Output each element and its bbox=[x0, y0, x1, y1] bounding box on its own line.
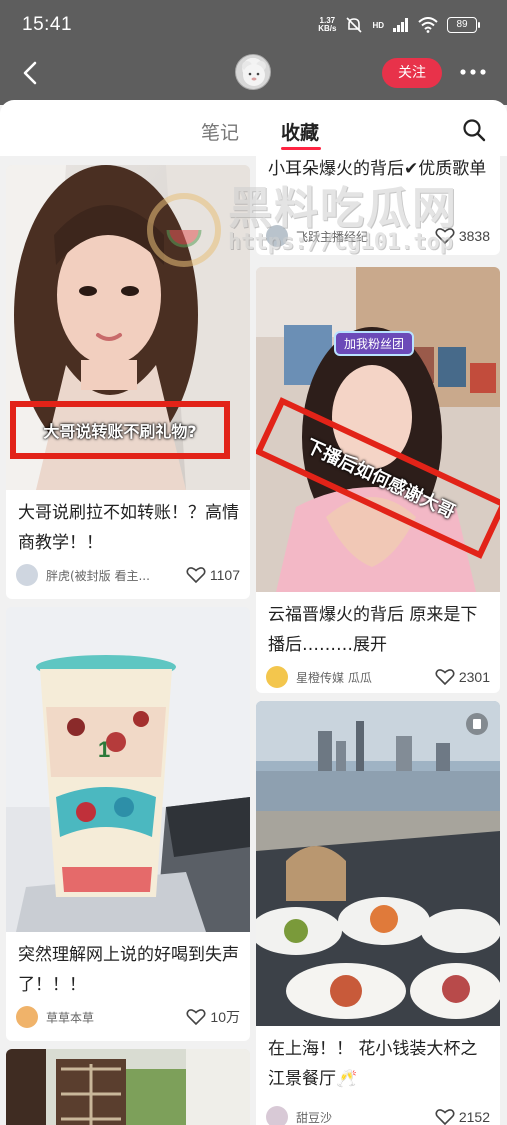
note-cover-image bbox=[6, 1049, 250, 1125]
notes-feed: 大哥说转账不刷礼物? 大哥说刷拉不如转账！？高情商教学！！ 胖虎(被封版 看主.… bbox=[0, 156, 507, 1125]
note-card[interactable]: 大哥说转账不刷礼物? 大哥说刷拉不如转账！？高情商教学！！ 胖虎(被封版 看主.… bbox=[6, 165, 250, 599]
profile-nav: 关注 bbox=[0, 48, 507, 100]
note-title: 云福晋爆火的背后 原来是下播后………展开 bbox=[268, 605, 478, 655]
cover-river-restaurant bbox=[256, 701, 500, 1026]
svg-text:1: 1 bbox=[98, 737, 110, 762]
tab-bar: 笔记 收藏 bbox=[0, 100, 507, 156]
status-time: 15:41 bbox=[22, 14, 73, 35]
active-tab-indicator bbox=[281, 147, 321, 150]
back-arrow-icon[interactable] bbox=[18, 60, 44, 86]
note-cover-image: 1 bbox=[6, 607, 250, 932]
wifi-icon bbox=[418, 17, 438, 33]
note-title: 大哥说刷拉不如转账！？高情商教学！！ bbox=[18, 503, 239, 553]
fan-club-sign: 加我粉丝团 bbox=[334, 331, 415, 356]
author-name[interactable]: 草草本草 bbox=[46, 1009, 186, 1026]
cover-bubble-tea: 1 bbox=[6, 607, 250, 932]
note-cover-image bbox=[256, 701, 500, 1026]
heart-icon[interactable] bbox=[186, 1008, 206, 1026]
author-avatar[interactable] bbox=[266, 1106, 288, 1125]
note-meta: 飞跃主播经纪 3838 bbox=[266, 224, 490, 248]
heart-icon[interactable] bbox=[186, 566, 206, 584]
like-count: 3838 bbox=[458, 228, 490, 244]
author-avatar[interactable] bbox=[16, 564, 38, 586]
note-card[interactable] bbox=[6, 1049, 250, 1125]
author-avatar[interactable] bbox=[266, 666, 288, 688]
author-name[interactable]: 胖虎(被封版 看主... bbox=[46, 567, 186, 584]
note-meta: 胖虎(被封版 看主... 1107 bbox=[16, 563, 240, 587]
follow-button[interactable]: 关注 bbox=[382, 58, 442, 88]
like-count: 2301 bbox=[458, 669, 490, 685]
note-cover-image: 大哥说转账不刷礼物? bbox=[6, 165, 250, 490]
note-card[interactable]: 小耳朵爆火的背后✔优质歌单 飞跃主播经纪 3838 bbox=[256, 156, 500, 255]
author-name[interactable]: 飞跃主播经纪 bbox=[296, 228, 435, 245]
note-card[interactable]: 加我粉丝团 下播后如何感谢大哥 云福晋爆火的背后 原来是下播后………展开 星橙传… bbox=[256, 267, 500, 693]
note-title: 在上海！！ 花小钱装大杯之江景餐厅🥂 bbox=[268, 1039, 478, 1089]
note-meta: 星橙传媒 瓜瓜 2301 bbox=[266, 665, 490, 689]
note-cover-image: 加我粉丝团 下播后如何感谢大哥 bbox=[256, 267, 500, 592]
note-meta: 草草本草 10万 bbox=[16, 1005, 240, 1029]
signal-icon bbox=[393, 18, 408, 32]
like-count: 10万 bbox=[210, 1009, 240, 1025]
author-avatar[interactable] bbox=[266, 225, 288, 247]
note-title: 小耳朵爆火的背后✔优质歌单 bbox=[268, 159, 487, 179]
top-bar: 15:41 1.37 KB/s HD 89 关注 bbox=[0, 0, 507, 105]
cover-window-lattice bbox=[6, 1049, 250, 1125]
cover-overlay-text: 大哥说转账不刷礼物? bbox=[10, 401, 230, 459]
like-count: 1107 bbox=[209, 567, 240, 583]
avatar-bear-icon bbox=[242, 61, 266, 86]
heart-icon[interactable] bbox=[435, 1108, 455, 1125]
profile-avatar[interactable] bbox=[235, 54, 271, 90]
more-options-icon[interactable] bbox=[458, 62, 488, 82]
battery-indicator: 89 bbox=[447, 17, 480, 33]
hd-indicator: HD bbox=[372, 20, 384, 30]
status-icons: 1.37 KB/s HD 89 bbox=[318, 14, 480, 36]
heart-icon[interactable] bbox=[435, 668, 455, 686]
note-title: 突然理解网上说的好喝到失声了！！！ bbox=[18, 945, 239, 995]
tab-notes[interactable]: 笔记 bbox=[201, 118, 239, 145]
tab-favorites[interactable]: 收藏 bbox=[281, 118, 319, 145]
save-badge-icon bbox=[466, 713, 488, 735]
status-bar: 15:41 1.37 KB/s HD 89 bbox=[0, 0, 507, 48]
network-speed: 1.37 KB/s bbox=[318, 16, 337, 33]
author-name[interactable]: 星橙传媒 瓜瓜 bbox=[296, 669, 435, 686]
search-icon[interactable] bbox=[462, 118, 486, 142]
author-avatar[interactable] bbox=[16, 1006, 38, 1028]
heart-icon[interactable] bbox=[435, 227, 455, 245]
note-meta: 甜豆沙 2152 bbox=[266, 1105, 490, 1125]
like-count: 2152 bbox=[458, 1109, 490, 1125]
content-sheet: 笔记 收藏 大哥说转账不刷礼物? 大哥说刷拉不如转账！？高情商教学！！ 胖虎(被… bbox=[0, 100, 507, 1125]
note-card[interactable]: 在上海！！ 花小钱装大杯之江景餐厅🥂 甜豆沙 2152 bbox=[256, 701, 500, 1125]
author-name[interactable]: 甜豆沙 bbox=[296, 1109, 435, 1125]
note-card[interactable]: 1 突然理解网上说的好喝到失声了！！！ 草草本草 10万 bbox=[6, 607, 250, 1041]
mute-bell-icon bbox=[346, 17, 363, 33]
